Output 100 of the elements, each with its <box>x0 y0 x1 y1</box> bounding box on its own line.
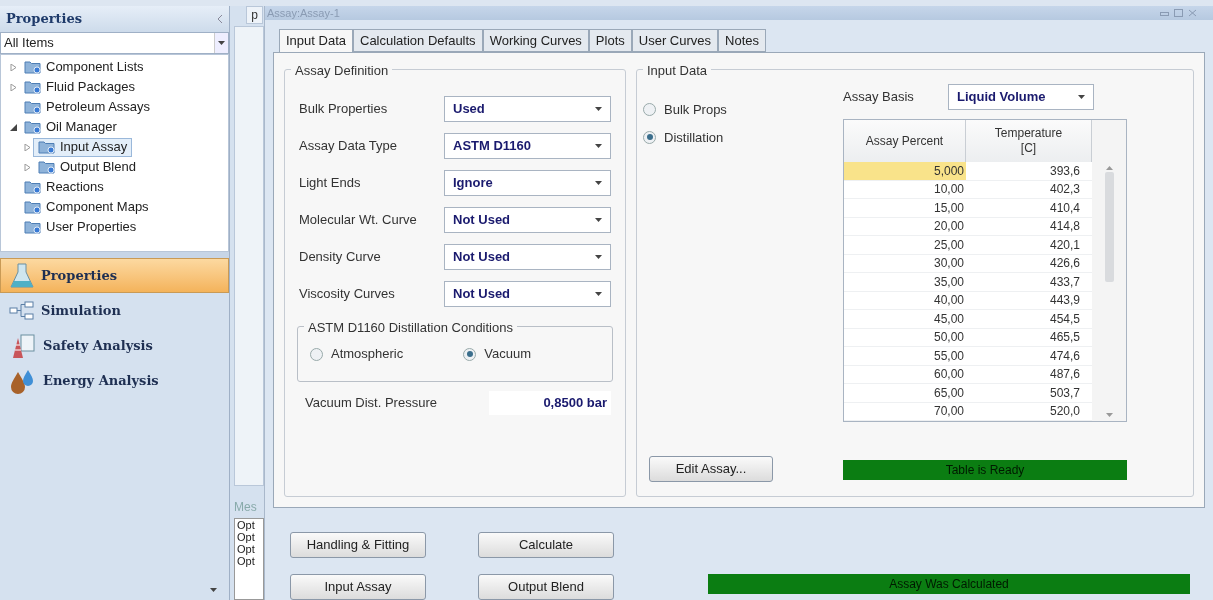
table-status-bar: Table is Ready <box>843 460 1127 480</box>
table-cell-text: 420,1 <box>1048 236 1081 254</box>
field-label: Assay Basis <box>843 88 915 107</box>
radio-label: Atmospheric <box>331 345 404 364</box>
dropdown[interactable]: Not Used <box>444 243 611 270</box>
table-cell-text: 454,5 <box>1048 310 1081 328</box>
tab[interactable]: User Curves <box>631 29 718 52</box>
table-cell-text: 433,7 <box>1048 273 1081 291</box>
radio-button[interactable] <box>463 347 477 361</box>
maximize-icon[interactable] <box>1174 9 1183 17</box>
table-cell-text: 65,00 <box>932 384 965 402</box>
table-cell-text: 402,3 <box>1048 181 1081 198</box>
nav-item[interactable]: Energy Analysis <box>0 363 229 398</box>
scroll-down-icon[interactable] <box>1105 413 1113 417</box>
tab[interactable]: Notes <box>718 29 766 52</box>
folder-icon <box>24 100 42 114</box>
nav-item[interactable]: Properties <box>0 258 229 293</box>
dropdown[interactable]: Not Used <box>444 280 611 307</box>
radio-label: Vacuum <box>484 345 531 364</box>
tree-item[interactable]: User Properties <box>19 217 142 237</box>
action-button[interactable]: Handling & Fitting <box>290 532 426 558</box>
message-line: Opt <box>237 543 256 555</box>
field-label: Assay Data Type <box>299 136 398 155</box>
folder-icon <box>24 220 42 234</box>
tree-item[interactable]: Input Assay <box>33 137 133 157</box>
message-line: Opt <box>237 555 256 567</box>
flowchart-icon <box>9 300 35 321</box>
collapsed-arrow-icon[interactable] <box>23 163 31 171</box>
dropdown[interactable]: Liquid Volume <box>948 84 1094 110</box>
dropdown[interactable]: Not Used <box>444 206 611 233</box>
dropdown[interactable]: Used <box>444 95 611 122</box>
field-label: Light Ends <box>299 173 361 192</box>
document-tab[interactable]: p <box>246 6 263 24</box>
tree-item[interactable]: Component Lists <box>19 57 149 77</box>
expanded-arrow-icon[interactable] <box>9 123 17 131</box>
column-header[interactable]: Assay Percent <box>844 120 966 162</box>
close-icon[interactable] <box>1188 9 1197 17</box>
tree-item[interactable]: Petroleum Assays <box>19 97 156 117</box>
collapse-icon[interactable] <box>218 15 223 23</box>
radio-button[interactable] <box>310 347 323 361</box>
radio-label: Distillation <box>664 128 724 147</box>
minimize-icon[interactable] <box>1160 9 1169 17</box>
tab[interactable]: Working Curves <box>482 29 589 52</box>
collapsed-arrow-icon[interactable] <box>9 63 17 71</box>
scrollbar[interactable] <box>1092 120 1126 421</box>
table-cell-text: 487,6 <box>1048 366 1081 383</box>
radio-button[interactable] <box>643 130 656 144</box>
table-cell-text: 414,8 <box>1048 218 1081 235</box>
scroll-up-icon[interactable] <box>1105 166 1113 170</box>
folder-icon <box>38 160 56 174</box>
collapsed-arrow-icon[interactable] <box>23 143 31 151</box>
radio-button[interactable] <box>643 103 656 117</box>
folder-icon <box>24 60 42 74</box>
dropdown[interactable]: ASTM D1160 <box>444 132 611 159</box>
field-label: Vacuum Dist. Pressure <box>305 394 437 413</box>
tab[interactable]: Plots <box>588 29 632 52</box>
tree-item[interactable]: Reactions <box>19 177 109 197</box>
tab[interactable]: Input Data <box>279 29 353 52</box>
column-header[interactable]: Temperature [C] <box>966 120 1092 162</box>
tree-item[interactable]: Oil Manager <box>19 117 122 137</box>
caret-icon <box>1078 95 1085 99</box>
table-cell-text: 30,00 <box>932 255 965 272</box>
caret-icon <box>210 588 217 592</box>
tab[interactable]: Calculation Defaults <box>353 29 483 52</box>
window-title: Assay:Assay-1 <box>267 7 340 19</box>
nav-item[interactable]: Simulation <box>0 293 229 328</box>
table-cell-text: 45,00 <box>932 310 965 328</box>
table-cell: 5,000 <box>844 162 966 180</box>
action-button[interactable]: Calculate <box>478 532 614 558</box>
calculation-status-bar: Assay Was Calculated <box>708 574 1190 594</box>
action-button[interactable]: Input Assay <box>290 574 426 600</box>
field-label: Bulk Properties <box>299 99 388 118</box>
tree-item[interactable]: Fluid Packages <box>19 77 140 97</box>
table-cell-text: 25,00 <box>932 236 965 254</box>
folder-icon <box>24 80 42 94</box>
tree-item[interactable]: Output Blend <box>33 157 141 177</box>
table-cell-text: 70,00 <box>932 403 965 420</box>
caret-icon <box>595 291 602 296</box>
table-cell-text: 520,0 <box>1048 403 1081 420</box>
table-cell-text: 35,00 <box>932 273 965 291</box>
caret-icon <box>595 217 602 222</box>
panel-title: Properties <box>6 10 83 29</box>
pressure-field[interactable]: 0,8500 bar <box>489 391 611 415</box>
table-cell-text: 50,00 <box>932 329 965 346</box>
caret-icon <box>595 143 602 148</box>
collapsed-arrow-icon[interactable] <box>9 83 17 91</box>
edit-assay-button[interactable]: Edit Assay... <box>649 456 773 482</box>
nav-item[interactable]: Safety Analysis <box>0 328 229 363</box>
table-cell-text: 60,00 <box>932 366 965 383</box>
flask-icon <box>9 261 35 290</box>
folder-icon <box>38 140 56 154</box>
table-cell-text: 15,00 <box>932 199 965 217</box>
action-button[interactable]: Output Blend <box>478 574 614 600</box>
tree-item[interactable]: Component Maps <box>19 197 154 217</box>
scrollbar-thumb[interactable] <box>1104 172 1114 282</box>
folder-icon <box>24 200 42 214</box>
caret-icon <box>595 254 602 259</box>
dropdown[interactable]: Ignore <box>444 169 611 196</box>
table-cell-text: 10,00 <box>932 181 965 198</box>
filter-dropdown[interactable]: All Items <box>0 32 229 54</box>
